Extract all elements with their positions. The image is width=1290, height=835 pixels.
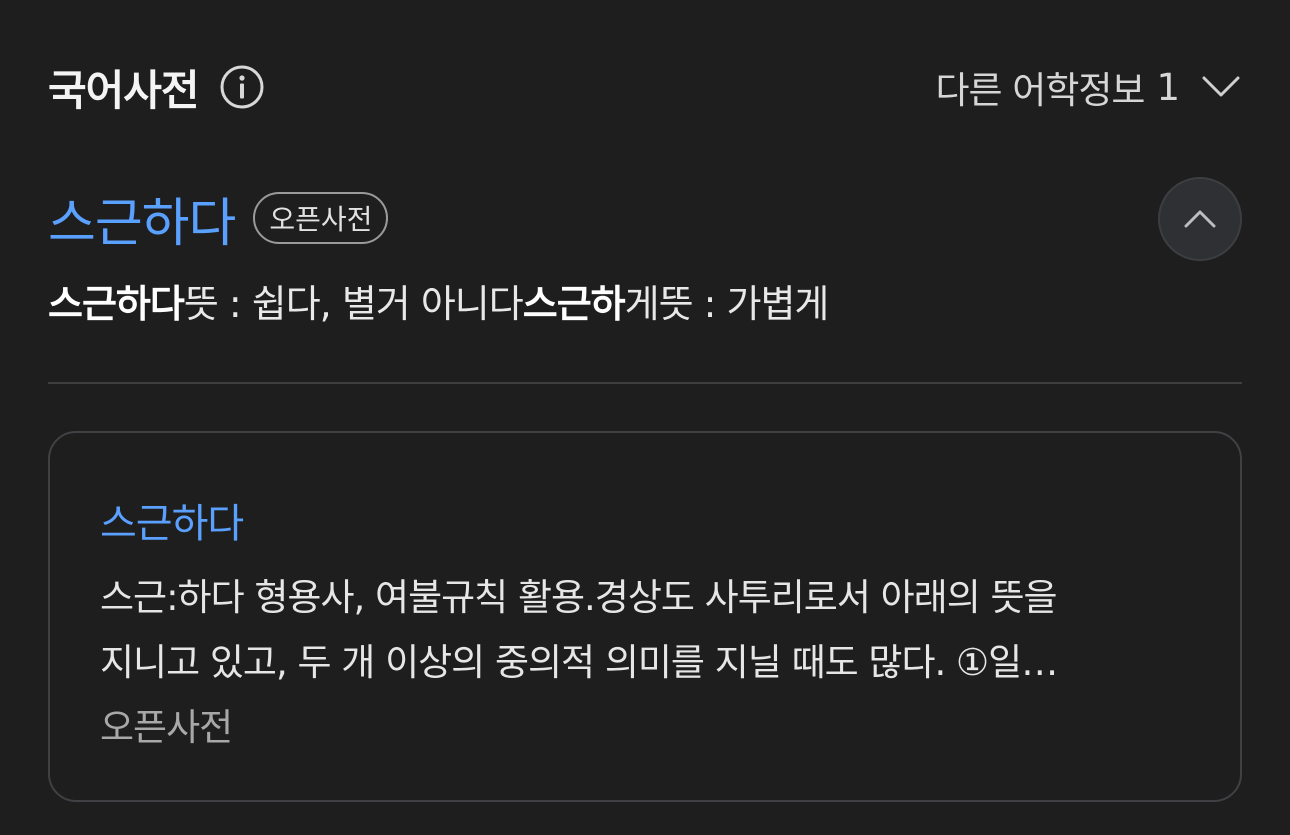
source-badge: 오픈사전: [253, 192, 389, 244]
chevron-down-icon: [1200, 66, 1242, 108]
card-source: 오픈사전: [100, 706, 233, 749]
entry-headword[interactable]: 스근하다: [48, 181, 236, 256]
chevron-up-icon: [1182, 201, 1218, 237]
card-definition: 스근:하다 형용사, 여불규칙 활용.경상도 사투리로서 아래의 뜻을 지니고 …: [100, 565, 1190, 695]
other-info-label: 다른 어학정보: [935, 69, 1145, 112]
summary-meaning: 게뜻 : 가볍게: [624, 281, 830, 326]
definition-card[interactable]: 스근하다 스근:하다 형용사, 여불규칙 활용.경상도 사투리로서 아래의 뜻을…: [48, 431, 1242, 802]
entry-summary: 스근하다 뜻 : 쉽다, 별거 아니다 스근하 게뜻 : 가볍게: [48, 270, 830, 330]
card-title[interactable]: 스근하다: [100, 491, 244, 549]
summary-term: 스근하: [522, 281, 626, 326]
dictionary-header: 국어사전 다른 어학정보 1: [48, 52, 1242, 122]
divider: [48, 382, 1242, 384]
card-definition-line: 지니고 있고, 두 개 이상의 중의적 의미를 지닐 때도 많다. ①일…: [100, 641, 1058, 684]
header-title-group: 국어사전: [48, 57, 265, 118]
other-info-dropdown[interactable]: 다른 어학정보 1: [935, 60, 1242, 114]
entry-heading: 스근하다 오픈사전: [48, 180, 389, 256]
section-title: 국어사전: [48, 65, 200, 115]
dictionary-panel: 국어사전 다른 어학정보 1 스근하다 오픈사전 스근하다 뜻: 쉽다, 별거…: [0, 0, 1290, 835]
info-circle-icon[interactable]: [219, 64, 265, 110]
summary-term: 스근하다: [48, 281, 185, 326]
summary-meaning: 뜻 : 쉽다, 별거 아니다: [183, 281, 524, 326]
collapse-button[interactable]: [1158, 177, 1242, 261]
other-info-count: 1: [1156, 65, 1180, 109]
card-definition-line: 스근:하다 형용사, 여불규칙 활용.경상도 사투리로서 아래의 뜻을: [100, 576, 1058, 619]
